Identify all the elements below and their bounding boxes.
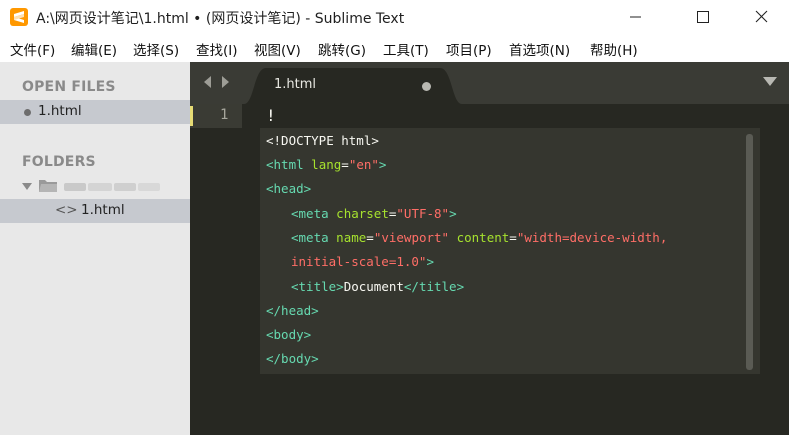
tag-text: > — [449, 206, 457, 221]
completion-line: <!DOCTYPE html> — [266, 133, 379, 148]
menu-help[interactable]: 帮助(H) — [590, 39, 638, 59]
window-title: A:\网页设计笔记\1.html • (网页设计笔记) - Sublime Te… — [36, 11, 405, 27]
folder-file-label: 1.html — [81, 202, 125, 218]
file-dot-icon — [24, 109, 31, 116]
title-text: Document — [343, 279, 404, 294]
editor[interactable]: 1 ! <!DOCTYPE html> <html lang="en"> <he… — [190, 104, 789, 435]
menu-edit[interactable]: 编辑(E) — [71, 39, 117, 59]
open-files-header: OPEN FILES — [22, 79, 116, 95]
tag-text: <meta — [291, 206, 329, 221]
attr-text: name — [336, 230, 367, 245]
completion-line: <title>Document</title> — [266, 279, 464, 294]
tag-text: <body> — [266, 327, 312, 342]
menu-file[interactable]: 文件(F) — [10, 39, 55, 59]
open-file-label: 1.html — [38, 103, 82, 119]
code-file-icon: <> — [55, 202, 78, 218]
open-file-item[interactable]: 1.html — [0, 100, 190, 124]
current-line-marker — [190, 106, 193, 126]
tab-dropdown-icon[interactable] — [763, 77, 777, 87]
string-text: "width=device-width, — [516, 230, 668, 245]
tag-text: <meta — [291, 230, 329, 245]
typed-text: ! — [266, 106, 276, 125]
blurred-folder-name-part — [114, 183, 136, 191]
attr-text: content — [456, 230, 510, 245]
completion-line: <meta charset="UTF-8"> — [291, 206, 457, 221]
completion-line: <meta name="viewport" content="width=dev… — [291, 230, 668, 245]
maximize-button[interactable] — [680, 0, 726, 34]
completion-line: </body> — [266, 351, 319, 366]
completion-line: <head> — [266, 181, 311, 196]
blurred-folder-name-part — [138, 183, 160, 191]
string-text: "viewport" — [373, 230, 450, 245]
string-text: "UTF-8" — [396, 206, 450, 221]
folder-file-item[interactable]: <> 1.html — [0, 199, 190, 223]
string-text: initial-scale=1.0" — [291, 254, 427, 269]
close-button[interactable] — [738, 0, 784, 34]
blurred-folder-name-part — [88, 183, 112, 191]
completion-line: <body> — [266, 327, 311, 342]
blurred-folder-name — [64, 183, 86, 191]
menu-tools[interactable]: 工具(T) — [383, 39, 429, 59]
tab-nav-arrows-icon[interactable] — [202, 74, 234, 90]
tab-label: 1.html — [274, 77, 317, 92]
menu-selection[interactable]: 选择(S) — [133, 39, 179, 59]
gutter-current-line — [190, 104, 242, 128]
completion-line: <html lang="en"> — [266, 157, 387, 172]
string-text: "en" — [348, 157, 379, 172]
attr-text: charset — [336, 206, 389, 221]
folder-item[interactable] — [0, 174, 190, 198]
menu-goto[interactable]: 跳转(G) — [318, 39, 366, 59]
completion-line: </head> — [266, 303, 319, 318]
tag-text: <head> — [266, 181, 312, 196]
attr-text: lang — [311, 157, 342, 172]
menu-preferences[interactable]: 首选项(N) — [509, 39, 570, 59]
menu-project[interactable]: 项目(P) — [446, 39, 492, 59]
menu-find[interactable]: 查找(I) — [196, 39, 238, 59]
tag-text: </body> — [266, 351, 319, 366]
tag-text: <html — [266, 157, 304, 172]
sublime-text-icon — [10, 8, 28, 26]
folder-expand-icon[interactable] — [22, 182, 32, 191]
sidebar: OPEN FILES 1.html FOLDERS <> 1.html — [0, 62, 190, 435]
tab-bar: 1.html — [190, 62, 789, 104]
folders-header: FOLDERS — [22, 154, 96, 170]
folder-icon — [39, 180, 57, 192]
tag-text: > — [426, 254, 434, 269]
tab-1-html[interactable]: 1.html — [244, 62, 462, 104]
unsaved-dot-icon[interactable] — [422, 82, 431, 91]
tag-text: > — [378, 157, 387, 172]
doctype-text: <!DOCTYPE html> — [266, 133, 379, 148]
menu-bar: 文件(F) 编辑(E) 选择(S) 查找(I) 视图(V) 跳转(G) 工具(T… — [0, 34, 789, 62]
autocomplete-popup[interactable]: <!DOCTYPE html> <html lang="en"> <head> … — [260, 128, 760, 374]
menu-view[interactable]: 视图(V) — [254, 39, 301, 59]
tag-text: <title> — [291, 279, 344, 294]
tag-text: </title> — [403, 279, 465, 294]
tag-text: </head> — [266, 303, 319, 318]
title-bar: A:\网页设计笔记\1.html • (网页设计笔记) - Sublime Te… — [0, 0, 789, 34]
minimize-button[interactable] — [612, 0, 658, 34]
line-number: 1 — [220, 107, 229, 123]
popup-scrollbar[interactable] — [746, 134, 753, 370]
completion-line: initial-scale=1.0"> — [266, 254, 434, 269]
